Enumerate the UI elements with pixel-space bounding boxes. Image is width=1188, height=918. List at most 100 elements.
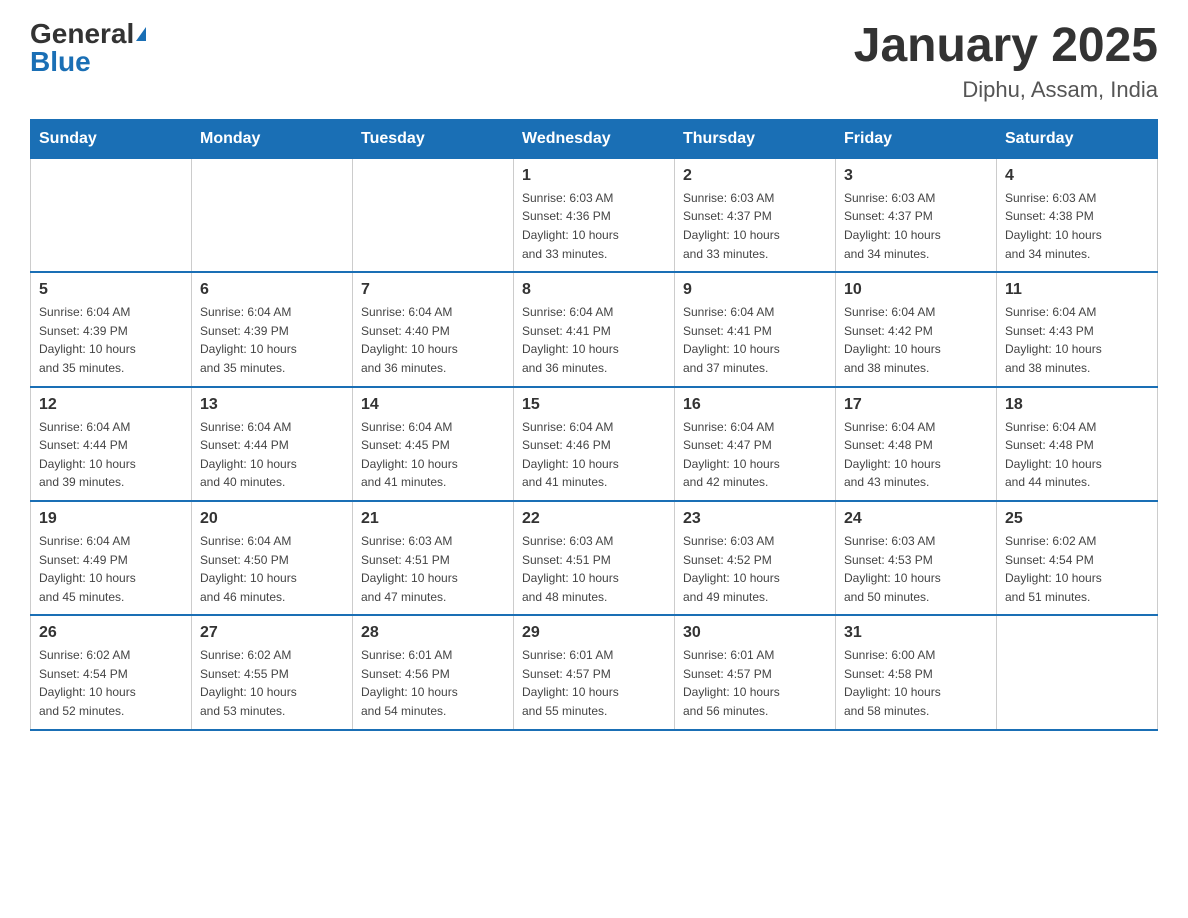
weekday-header-row: Sunday Monday Tuesday Wednesday Thursday… [31,119,1158,158]
header-friday: Friday [836,119,997,158]
calendar-cell-w2-d4: 9 Sunrise: 6:04 AMSunset: 4:41 PMDaylight… [675,272,836,386]
day-info: Sunrise: 6:04 AMSunset: 4:49 PMDaylight:… [39,532,183,606]
day-info: Sunrise: 6:04 AMSunset: 4:46 PMDaylight:… [522,418,666,492]
day-number: 25 [1005,510,1149,528]
day-info: Sunrise: 6:02 AMSunset: 4:54 PMDaylight:… [1005,532,1149,606]
day-number: 3 [844,167,988,185]
day-info: Sunrise: 6:00 AMSunset: 4:58 PMDaylight:… [844,646,988,720]
day-number: 10 [844,281,988,299]
day-info: Sunrise: 6:03 AMSunset: 4:52 PMDaylight:… [683,532,827,606]
day-info: Sunrise: 6:03 AMSunset: 4:38 PMDaylight:… [1005,189,1149,263]
calendar-cell-w1-d3: 1 Sunrise: 6:03 AMSunset: 4:36 PMDaylight… [514,158,675,272]
calendar-week-2: 5 Sunrise: 6:04 AMSunset: 4:39 PMDaylight… [31,272,1158,386]
calendar-cell-w2-d0: 5 Sunrise: 6:04 AMSunset: 4:39 PMDaylight… [31,272,192,386]
day-number: 16 [683,396,827,414]
day-number: 14 [361,396,505,414]
calendar-cell-w4-d3: 22Sunrise: 6:03 AMSunset: 4:51 PMDayligh… [514,501,675,615]
calendar-week-5: 26Sunrise: 6:02 AMSunset: 4:54 PMDayligh… [31,615,1158,729]
day-info: Sunrise: 6:04 AMSunset: 4:42 PMDaylight:… [844,303,988,377]
calendar-cell-w5-d6 [997,615,1158,729]
calendar-cell-w4-d4: 23 Sunrise: 6:03 AMSunset: 4:52 PMDayligh… [675,501,836,615]
calendar-cell-w1-d2 [353,158,514,272]
day-info: Sunrise: 6:04 AMSunset: 4:39 PMDaylight:… [200,303,344,377]
logo: General Blue [30,20,146,76]
calendar-cell-w3-d6: 18 Sunrise: 6:04 AMSunset: 4:48 PMDayligh… [997,387,1158,501]
logo-general-text: General [30,20,134,48]
day-number: 29 [522,624,666,642]
day-number: 4 [1005,167,1149,185]
calendar-cell-w4-d2: 21Sunrise: 6:03 AMSunset: 4:51 PMDayligh… [353,501,514,615]
day-info: Sunrise: 6:04 AMSunset: 4:50 PMDaylight:… [200,532,344,606]
day-number: 21 [361,510,505,528]
calendar-table: Sunday Monday Tuesday Wednesday Thursday… [30,119,1158,731]
calendar-cell-w2-d3: 8 Sunrise: 6:04 AMSunset: 4:41 PMDaylight… [514,272,675,386]
day-number: 31 [844,624,988,642]
day-info: Sunrise: 6:02 AMSunset: 4:55 PMDaylight:… [200,646,344,720]
day-number: 6 [200,281,344,299]
day-number: 7 [361,281,505,299]
calendar-cell-w4-d5: 24Sunrise: 6:03 AMSunset: 4:53 PMDayligh… [836,501,997,615]
day-number: 12 [39,396,183,414]
day-info: Sunrise: 6:01 AMSunset: 4:57 PMDaylight:… [522,646,666,720]
day-number: 20 [200,510,344,528]
day-info: Sunrise: 6:04 AMSunset: 4:48 PMDaylight:… [1005,418,1149,492]
calendar-week-3: 12 Sunrise: 6:04 AMSunset: 4:44 PMDayligh… [31,387,1158,501]
calendar-cell-w3-d5: 17Sunrise: 6:04 AMSunset: 4:48 PMDayligh… [836,387,997,501]
day-info: Sunrise: 6:04 AMSunset: 4:47 PMDaylight:… [683,418,827,492]
day-info: Sunrise: 6:03 AMSunset: 4:37 PMDaylight:… [844,189,988,263]
day-number: 5 [39,281,183,299]
calendar-cell-w5-d0: 26Sunrise: 6:02 AMSunset: 4:54 PMDayligh… [31,615,192,729]
calendar-cell-w5-d2: 28 Sunrise: 6:01 AMSunset: 4:56 PMDayligh… [353,615,514,729]
calendar-cell-w3-d4: 16 Sunrise: 6:04 AMSunset: 4:47 PMDayligh… [675,387,836,501]
day-number: 1 [522,167,666,185]
day-number: 13 [200,396,344,414]
day-info: Sunrise: 6:04 AMSunset: 4:44 PMDaylight:… [200,418,344,492]
calendar-cell-w1-d4: 2 Sunrise: 6:03 AMSunset: 4:37 PMDaylight… [675,158,836,272]
day-info: Sunrise: 6:01 AMSunset: 4:56 PMDaylight:… [361,646,505,720]
day-info: Sunrise: 6:04 AMSunset: 4:48 PMDaylight:… [844,418,988,492]
day-number: 2 [683,167,827,185]
header-sunday: Sunday [31,119,192,158]
calendar-cell-w3-d0: 12Sunrise: 6:04 AMSunset: 4:44 PMDayligh… [31,387,192,501]
calendar-cell-w1-d1 [192,158,353,272]
title-block: January 2025 Diphu, Assam, India [854,20,1158,103]
day-number: 28 [361,624,505,642]
calendar-cell-w2-d5: 10 Sunrise: 6:04 AMSunset: 4:42 PMDayligh… [836,272,997,386]
day-info: Sunrise: 6:02 AMSunset: 4:54 PMDaylight:… [39,646,183,720]
day-number: 11 [1005,281,1149,299]
calendar-cell-w3-d3: 15 Sunrise: 6:04 AMSunset: 4:46 PMDayligh… [514,387,675,501]
day-info: Sunrise: 6:03 AMSunset: 4:37 PMDaylight:… [683,189,827,263]
day-info: Sunrise: 6:04 AMSunset: 4:39 PMDaylight:… [39,303,183,377]
calendar-week-4: 19 Sunrise: 6:04 AMSunset: 4:49 PMDayligh… [31,501,1158,615]
day-number: 9 [683,281,827,299]
day-number: 8 [522,281,666,299]
calendar-cell-w1-d6: 4 Sunrise: 6:03 AMSunset: 4:38 PMDaylight… [997,158,1158,272]
logo-triangle-icon [136,27,146,41]
day-info: Sunrise: 6:04 AMSunset: 4:43 PMDaylight:… [1005,303,1149,377]
header-monday: Monday [192,119,353,158]
day-number: 15 [522,396,666,414]
calendar-cell-w3-d1: 13 Sunrise: 6:04 AMSunset: 4:44 PMDayligh… [192,387,353,501]
calendar-cell-w4-d0: 19 Sunrise: 6:04 AMSunset: 4:49 PMDayligh… [31,501,192,615]
calendar-cell-w5-d5: 31 Sunrise: 6:00 AMSunset: 4:58 PMDayligh… [836,615,997,729]
logo-blue-text: Blue [30,48,91,76]
day-info: Sunrise: 6:04 AMSunset: 4:41 PMDaylight:… [522,303,666,377]
calendar-cell-w5-d1: 27Sunrise: 6:02 AMSunset: 4:55 PMDayligh… [192,615,353,729]
day-number: 19 [39,510,183,528]
day-info: Sunrise: 6:04 AMSunset: 4:41 PMDaylight:… [683,303,827,377]
calendar-cell-w2-d2: 7Sunrise: 6:04 AMSunset: 4:40 PMDaylight… [353,272,514,386]
day-info: Sunrise: 6:01 AMSunset: 4:57 PMDaylight:… [683,646,827,720]
calendar-cell-w2-d1: 6 Sunrise: 6:04 AMSunset: 4:39 PMDaylight… [192,272,353,386]
day-number: 23 [683,510,827,528]
calendar-cell-w4-d1: 20 Sunrise: 6:04 AMSunset: 4:50 PMDayligh… [192,501,353,615]
header-tuesday: Tuesday [353,119,514,158]
day-info: Sunrise: 6:03 AMSunset: 4:36 PMDaylight:… [522,189,666,263]
day-number: 18 [1005,396,1149,414]
calendar-cell-w1-d0 [31,158,192,272]
day-info: Sunrise: 6:03 AMSunset: 4:53 PMDaylight:… [844,532,988,606]
day-info: Sunrise: 6:04 AMSunset: 4:45 PMDaylight:… [361,418,505,492]
calendar-cell-w2-d6: 11 Sunrise: 6:04 AMSunset: 4:43 PMDayligh… [997,272,1158,386]
day-number: 30 [683,624,827,642]
calendar-cell-w4-d6: 25 Sunrise: 6:02 AMSunset: 4:54 PMDayligh… [997,501,1158,615]
page: General Blue January 2025 Diphu, Assam, … [0,0,1188,751]
